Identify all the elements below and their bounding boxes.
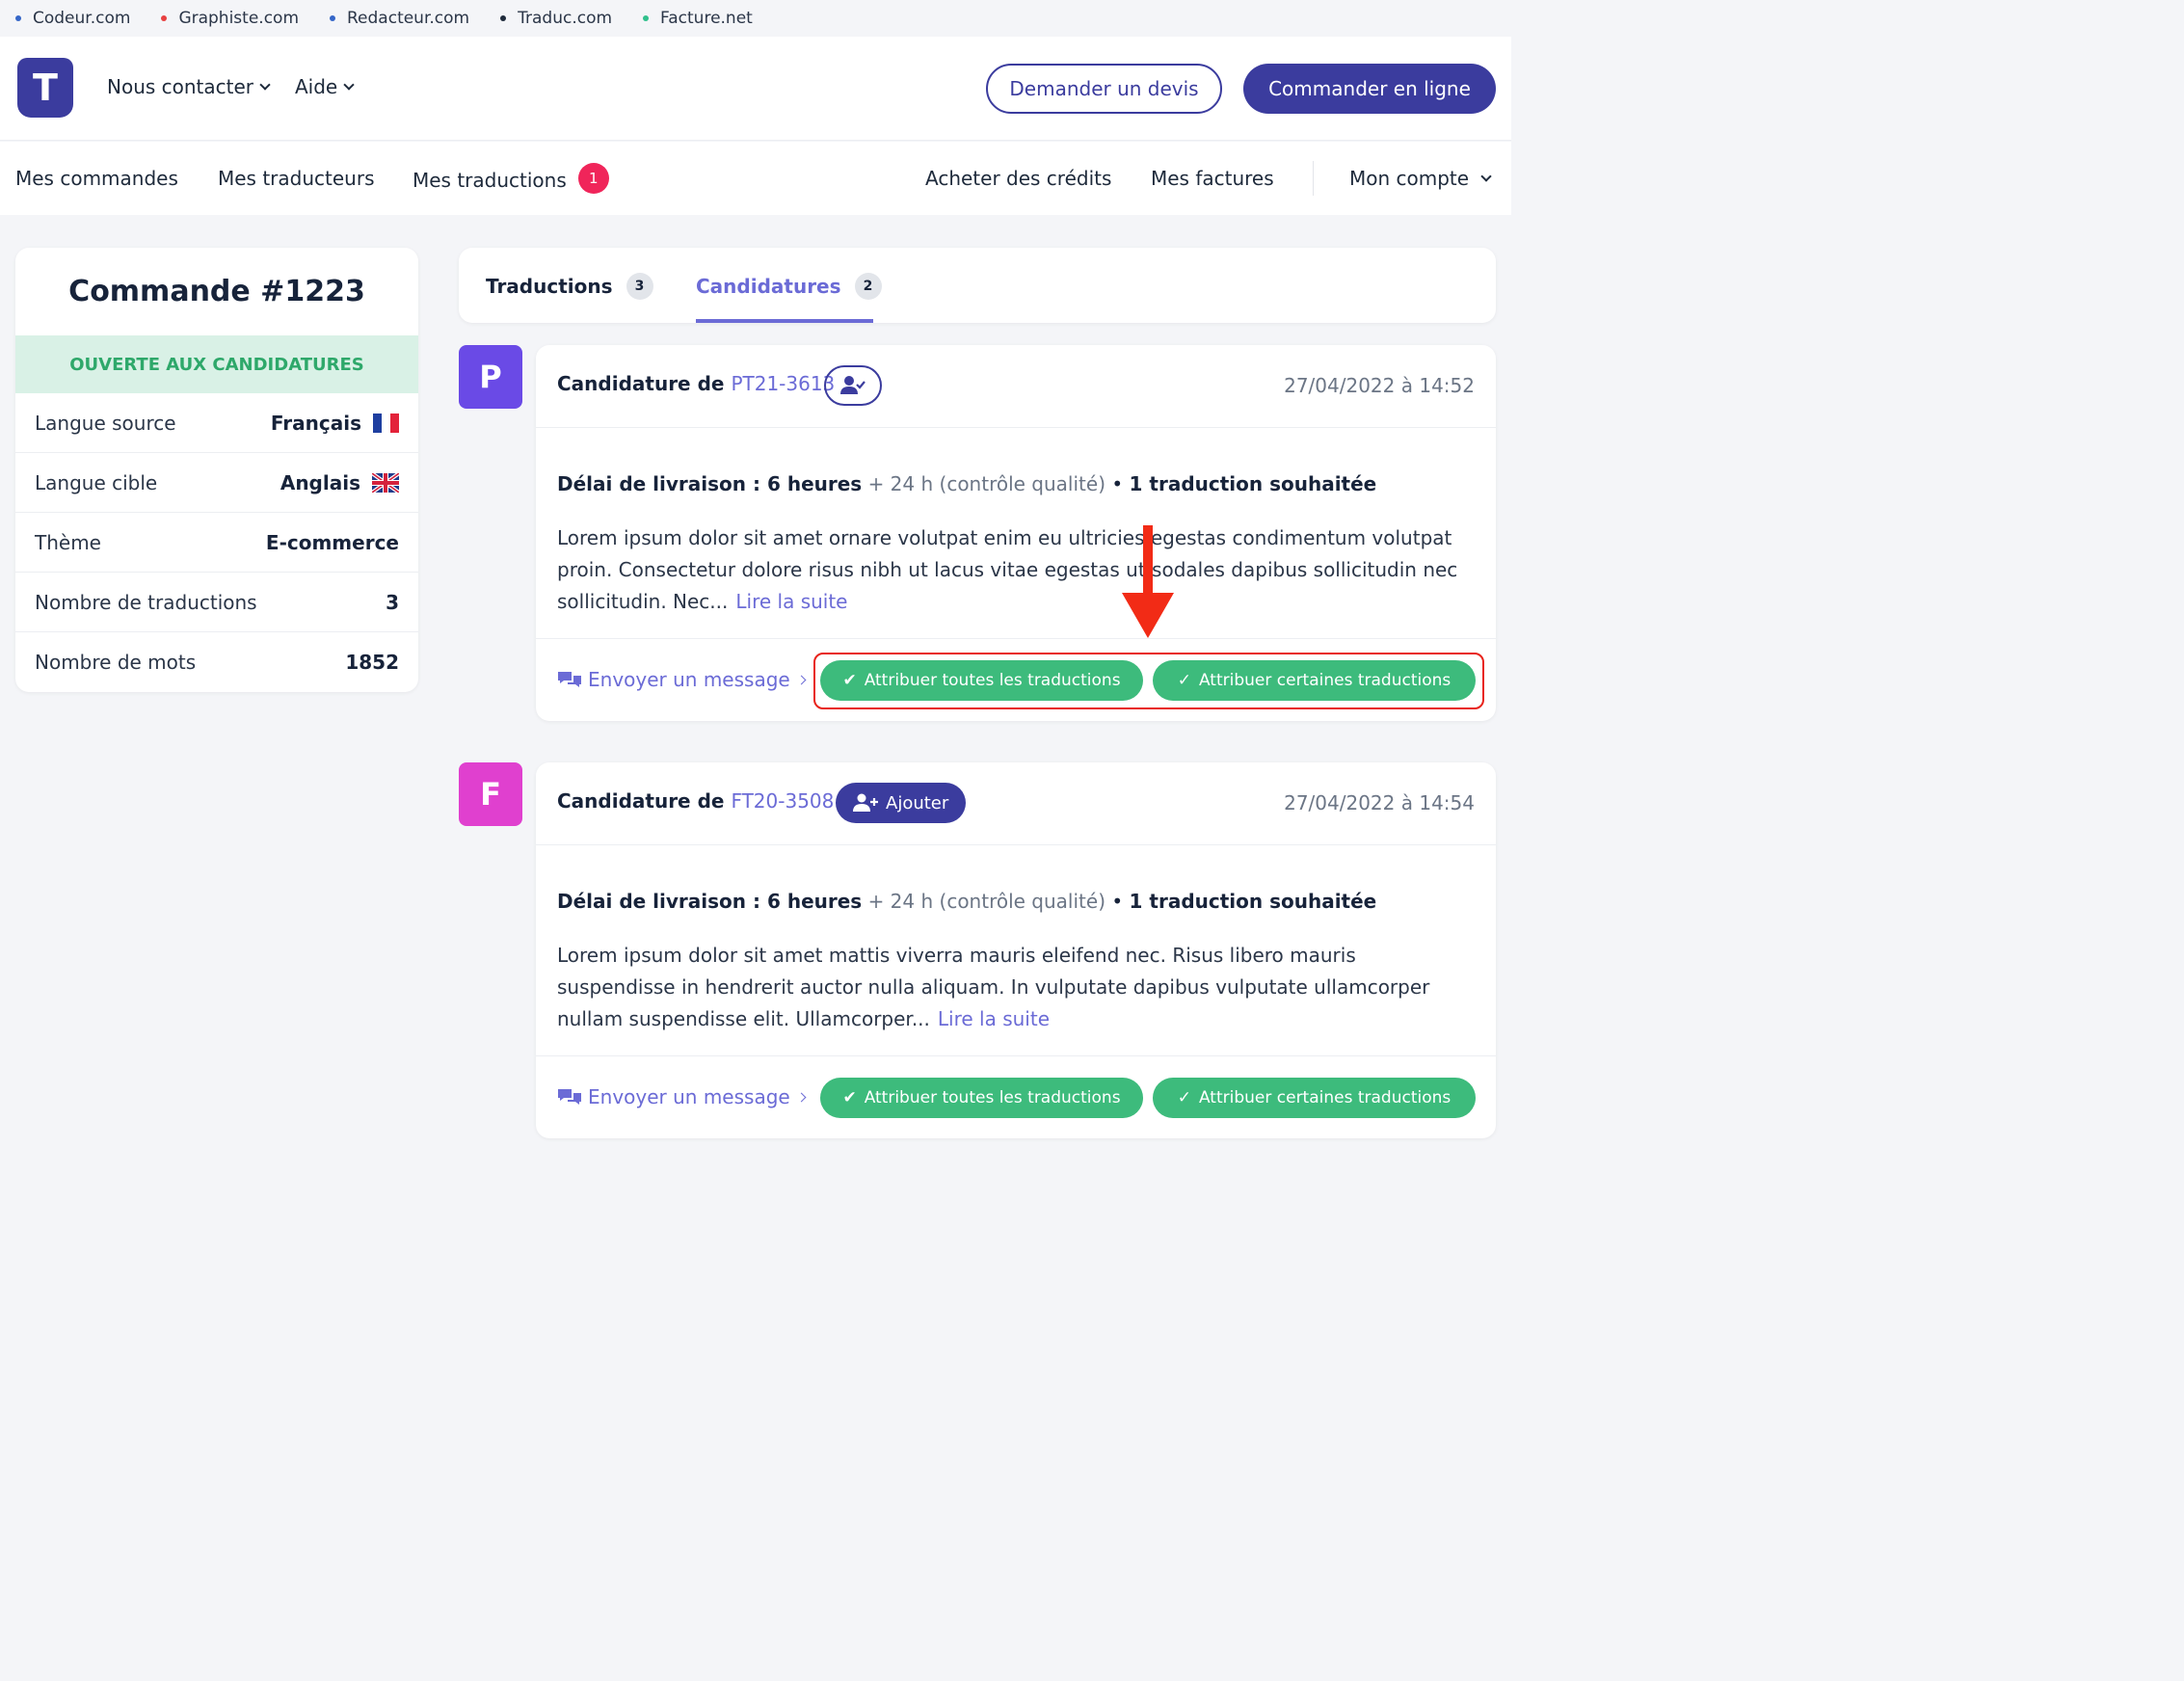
assign-some-translations-button[interactable]: ✓ Attribuer certaines traductions [1153,1078,1476,1118]
user-plus-icon [853,793,878,812]
send-message-link[interactable]: Envoyer un message [557,668,807,691]
network-dot [643,15,650,21]
chevron-down-icon [259,78,271,91]
notification-badge: 1 [577,163,609,194]
nav-my-translators[interactable]: Mes traducteurs [218,167,375,190]
order-tabs: Traductions 3 Candidatures 2 [459,248,1496,323]
network-dot [500,15,507,21]
assign-all-translations-button[interactable]: ✔ Attribuer toutes les traductions [820,1078,1143,1118]
read-more-link[interactable]: Lire la suite [938,1007,1050,1030]
application-message: Lorem ipsum dolor sit amet ornare volutp… [557,526,1458,613]
order-row-target-language: Langue cible Anglais [15,453,418,513]
order-title: Commande #1223 [68,275,365,308]
account-nav: Mes commandes Mes traducteurs Mes traduc… [0,142,1511,215]
double-check-icon: ✔ [842,1088,857,1107]
application-message: Lorem ipsum dolor sit amet mattis viverr… [557,944,1430,1030]
application-date: 27/04/2022 à 14:54 [1284,791,1475,814]
application-header: Candidature de PT21-3613 27/04/2022 à 14… [536,345,1496,428]
translator-id-link[interactable]: PT21-3613 [731,372,835,395]
tab-count-badge: 2 [854,273,882,300]
application-actions: Envoyer un message ✔ Attribuer toutes les… [536,1055,1496,1138]
order-online-button[interactable]: Commander en ligne [1243,64,1496,114]
nav-my-orders[interactable]: Mes commandes [15,167,178,190]
translator-id-link[interactable]: FT20-3508 [731,789,834,813]
uk-flag-icon [372,472,399,493]
chat-icon [558,1089,581,1105]
nav-my-invoices[interactable]: Mes factures [1151,167,1274,190]
chevron-right-icon [796,1092,807,1102]
france-flag-icon [373,413,399,433]
nav-buy-credits[interactable]: Acheter des crédits [925,167,1111,190]
chat-icon [558,672,581,687]
active-tab-indicator [696,319,873,323]
avatar: P [459,345,522,409]
tab-translations[interactable]: Traductions 3 [486,273,653,300]
order-row-source-language: Langue source Français [15,393,418,453]
user-check-icon [840,376,866,394]
chevron-down-icon [1480,170,1492,182]
send-message-link[interactable]: Envoyer un message [557,1085,807,1108]
application-card: Candidature de FT20-3508 Ajouter 27/04/2… [536,762,1496,1138]
order-status-banner: OUVERTE AUX CANDIDATURES [15,335,418,393]
order-row-theme: Thème E-commerce [15,513,418,573]
delivery-delay: Délai de livraison : 6 heures + 24 h (co… [557,472,1377,495]
network-dot [161,15,168,21]
nav-contact-dropdown[interactable]: Nous contacter [107,75,271,98]
nav-my-account-dropdown[interactable]: Mon compte [1349,167,1492,190]
application-title: Candidature de PT21-3613 [557,372,836,395]
order-row-translation-count: Nombre de traductions 3 [15,573,418,632]
network-dot [330,15,335,21]
tab-applications[interactable]: Candidatures 2 [696,273,882,300]
network-link-codeur[interactable]: Codeur.com [15,9,130,28]
read-more-link[interactable]: Lire la suite [735,590,847,613]
annotation-highlight-box [813,653,1484,709]
network-link-graphiste[interactable]: Graphiste.com [161,9,299,28]
chevron-right-icon [796,675,807,684]
check-icon: ✓ [1177,1088,1191,1107]
favorite-translator-button[interactable] [824,365,882,406]
network-link-traduc[interactable]: Traduc.com [500,9,612,28]
application-title: Candidature de FT20-3508 [557,789,835,813]
site-header: T Nous contacter Aide Demander un devis … [0,37,1511,141]
network-bar: Codeur.com Graphiste.com Redacteur.com T… [0,0,1511,37]
network-dot [15,15,21,21]
nav-divider [1313,161,1314,196]
nav-help-dropdown[interactable]: Aide [295,75,355,98]
chevron-down-icon [343,78,355,91]
nav-my-translations[interactable]: Mes traductions 1 [413,163,609,194]
avatar: F [459,762,522,826]
network-link-redacteur[interactable]: Redacteur.com [330,9,469,28]
delivery-delay: Délai de livraison : 6 heures + 24 h (co… [557,890,1377,913]
application-date: 27/04/2022 à 14:52 [1284,374,1475,397]
network-link-facture[interactable]: Facture.net [643,9,753,28]
tab-count-badge: 3 [626,273,653,300]
add-translator-button[interactable]: Ajouter [836,783,967,823]
annotation-arrow-icon [1122,525,1174,638]
site-logo[interactable]: T [17,58,73,118]
order-row-word-count: Nombre de mots 1852 [35,651,399,674]
order-summary-card: Commande #1223 OUVERTE AUX CANDIDATURES … [15,248,418,692]
application-header: Candidature de FT20-3508 Ajouter 27/04/2… [536,762,1496,845]
request-quote-button[interactable]: Demander un devis [986,64,1222,114]
